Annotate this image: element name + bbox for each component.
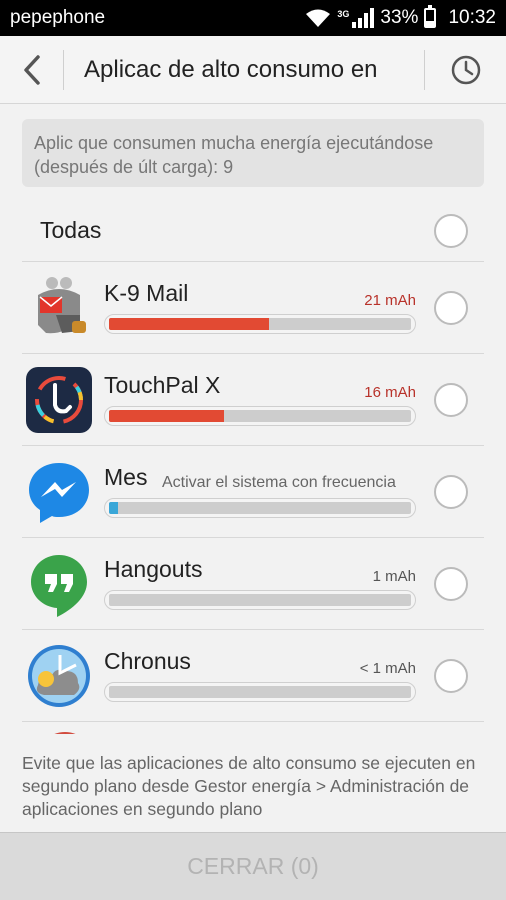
clock-icon xyxy=(451,55,480,84)
app-radio[interactable] xyxy=(434,291,468,325)
close-bar: CERRAR (0) xyxy=(0,832,506,900)
partial-app-row xyxy=(22,720,484,734)
footer-note: Evite que las aplicaciones de alto consu… xyxy=(22,753,476,819)
usage-bar xyxy=(104,498,416,518)
usage-bar-fill xyxy=(109,502,119,514)
partial-app-icon xyxy=(36,732,94,734)
app-radio[interactable] xyxy=(434,475,468,509)
status-icons: 3G 33% 10:32 xyxy=(305,5,496,29)
usage-bar xyxy=(104,406,416,426)
app-header: Aplicac de alto consumo en xyxy=(0,36,506,104)
app-name: Chronus xyxy=(104,648,191,674)
app-row-hangouts[interactable]: Hangouts 1 mAh xyxy=(22,538,484,630)
usage-bar xyxy=(104,590,416,610)
app-name: TouchPal X xyxy=(104,372,221,398)
app-row-k9-mail[interactable]: K-9 Mail 21 mAh xyxy=(22,262,484,354)
chevron-left-icon xyxy=(23,54,40,85)
network-type: 3G xyxy=(337,9,350,19)
carrier-name: pepephone xyxy=(10,7,106,28)
info-summary: Aplic que consumen mucha energía ejecutá… xyxy=(22,119,484,187)
touchpal-icon xyxy=(26,367,92,433)
usage-bar-fill xyxy=(109,410,224,422)
wifi-icon xyxy=(306,9,331,27)
usage-bar xyxy=(104,682,416,702)
app-name: Hangouts xyxy=(104,556,203,582)
clock: 10:32 xyxy=(448,7,496,28)
select-all-label: Todas xyxy=(40,217,102,243)
back-button[interactable] xyxy=(0,49,64,90)
app-radio[interactable] xyxy=(434,383,468,417)
app-radio[interactable] xyxy=(434,567,468,601)
chronus-icon xyxy=(28,645,90,707)
status-bar: pepephone 3G 33% 10:32 xyxy=(0,0,506,36)
app-name: Mes xyxy=(104,464,148,490)
usage-bar xyxy=(104,314,416,334)
app-row-chronus[interactable]: Chronus < 1 mAh xyxy=(22,630,484,722)
page-title: Aplicac de alto consumo en xyxy=(84,55,378,83)
app-usage: < 1 mAh xyxy=(359,660,416,677)
messenger-icon xyxy=(29,463,89,523)
hangouts-icon xyxy=(31,555,87,617)
close-button[interactable]: CERRAR (0) xyxy=(187,853,319,880)
usage-bar-fill xyxy=(109,318,270,330)
app-usage: 1 mAh xyxy=(372,568,416,585)
select-all-row[interactable]: Todas xyxy=(22,200,484,262)
select-all-radio[interactable] xyxy=(434,213,468,248)
history-button[interactable] xyxy=(424,49,506,90)
app-usage: 16 mAh xyxy=(364,384,416,401)
battery-percent: 33% xyxy=(380,7,419,28)
app-row-touchpal-x[interactable]: TouchPal X 16 mAh xyxy=(22,354,484,446)
app-radio[interactable] xyxy=(434,659,468,693)
app-name: K-9 Mail xyxy=(104,280,189,306)
k9-mail-icon xyxy=(38,277,86,334)
app-row-messenger[interactable]: Mes Activar el sistema con frecuencia xyxy=(22,446,484,538)
battery-icon xyxy=(424,5,437,28)
signal-icon xyxy=(352,8,375,28)
frequent-wakeup-tooltip: Activar el sistema con frecuencia xyxy=(158,474,400,492)
app-usage: 21 mAh xyxy=(364,292,416,309)
